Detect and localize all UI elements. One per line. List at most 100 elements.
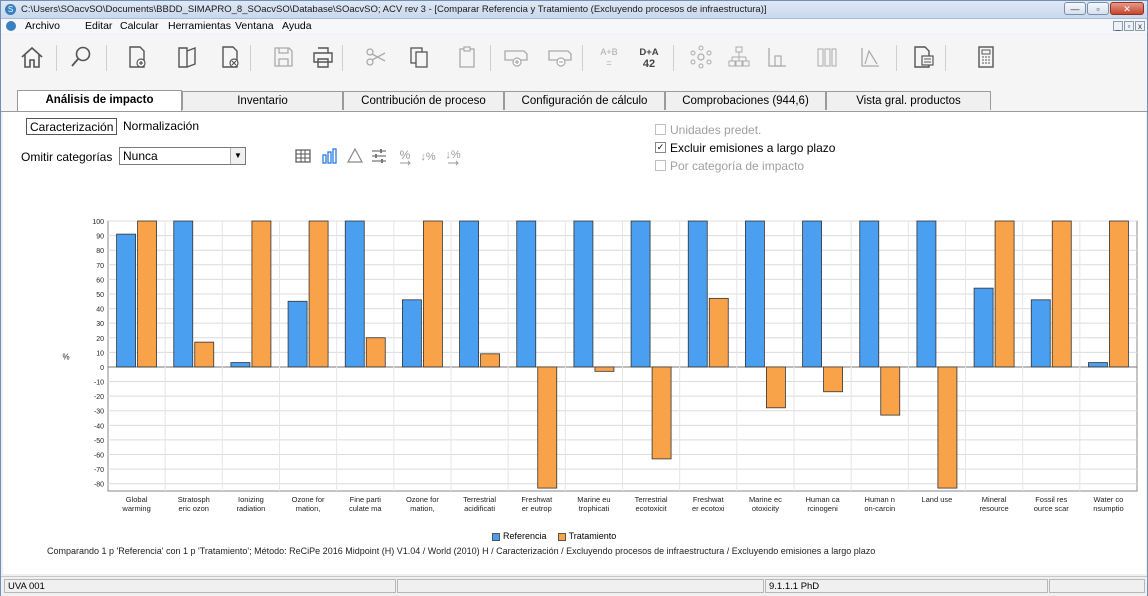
add-process-icon[interactable] bbox=[502, 43, 530, 71]
x-tick-label: on-carcin bbox=[864, 504, 895, 513]
bar-tratamiento bbox=[994, 220, 1015, 368]
delete-document-icon[interactable] bbox=[216, 43, 244, 71]
application-window: S C:\Users\SOacvSO\Documents\BBDD_SIMAPR… bbox=[0, 0, 1148, 596]
percent-icon[interactable]: % bbox=[395, 146, 415, 166]
y-tick-label: 40 bbox=[96, 307, 104, 314]
cut-icon[interactable] bbox=[362, 43, 390, 71]
bars-icon[interactable] bbox=[813, 43, 841, 71]
sliders-icon[interactable] bbox=[369, 146, 389, 166]
close-window-button[interactable]: ✕ bbox=[1110, 2, 1144, 15]
toolbar-separator bbox=[56, 45, 57, 71]
search-icon[interactable] bbox=[68, 43, 96, 71]
calculator-icon[interactable] bbox=[972, 43, 1000, 71]
subtab-caracterizacion[interactable]: Caracterización bbox=[26, 118, 118, 135]
tab-configuracion-calculo[interactable]: Configuración de cálculo bbox=[504, 91, 665, 110]
menu-bar: Archivo Editar Calcular Herramientas Ven… bbox=[1, 19, 1147, 34]
minimize-window-button[interactable]: — bbox=[1064, 2, 1086, 15]
x-tick-label: warming bbox=[121, 504, 150, 513]
maximize-window-button[interactable]: ▫ bbox=[1087, 2, 1109, 15]
tree-icon[interactable] bbox=[725, 43, 753, 71]
document-system-icon[interactable] bbox=[6, 21, 16, 31]
per-impact-category-option[interactable]: Por categoría de impacto bbox=[655, 159, 804, 173]
a-plus-b-icon[interactable]: A+B = bbox=[595, 43, 623, 71]
bar-referencia bbox=[1030, 299, 1051, 368]
per-impact-category-checkbox[interactable] bbox=[655, 160, 666, 172]
paste-icon[interactable] bbox=[453, 43, 481, 71]
x-tick-label: otoxicity bbox=[752, 504, 779, 513]
remove-process-icon[interactable] bbox=[546, 43, 574, 71]
bar-referencia bbox=[344, 220, 365, 368]
home-icon[interactable] bbox=[18, 43, 46, 71]
x-tick-label: Human n bbox=[865, 495, 895, 504]
bar-chart-view-icon[interactable] bbox=[320, 146, 340, 166]
x-tick-label: rcinogeni bbox=[807, 504, 838, 513]
bar-referencia bbox=[402, 299, 422, 368]
mdi-restore-button[interactable]: ▫ bbox=[1124, 21, 1134, 31]
bar-referencia bbox=[573, 220, 594, 368]
print-icon[interactable] bbox=[309, 43, 337, 71]
bar-referencia bbox=[516, 220, 537, 368]
chevron-down-icon[interactable]: ▼ bbox=[230, 148, 245, 164]
tab-comprobaciones[interactable]: Comprobaciones (944,6) bbox=[665, 91, 826, 110]
bar-tratamiento bbox=[423, 220, 443, 368]
menu-editar[interactable]: Editar bbox=[85, 20, 112, 32]
y-tick-label: -20 bbox=[94, 394, 104, 401]
default-units-checkbox[interactable] bbox=[655, 124, 666, 136]
bar-tratamiento bbox=[594, 366, 615, 372]
menu-calcular[interactable]: Calcular bbox=[120, 20, 159, 32]
y-tick-label: -10 bbox=[94, 380, 104, 387]
bar-referencia bbox=[859, 220, 880, 368]
omit-categories-select[interactable]: Nunca ▼ bbox=[119, 147, 246, 165]
mdi-minimize-button[interactable]: _ bbox=[1113, 21, 1123, 31]
menu-ventana[interactable]: Ventana bbox=[235, 20, 274, 32]
default-units-option[interactable]: Unidades predet. bbox=[655, 123, 761, 137]
network-icon[interactable] bbox=[687, 43, 715, 71]
percent-sort-icon[interactable]: ↓% bbox=[418, 146, 438, 166]
bar-referencia bbox=[173, 220, 194, 368]
mdi-close-button[interactable]: x bbox=[1135, 21, 1145, 31]
tab-analisis-impacto[interactable]: Análisis de impacto bbox=[17, 90, 182, 111]
d-plus-a-icon[interactable]: D+A 42 bbox=[635, 43, 663, 71]
subtab-normalizacion[interactable]: Normalización bbox=[120, 118, 202, 135]
svg-text:A+B: A+B bbox=[600, 47, 617, 57]
y-tick-label: 100 bbox=[92, 219, 104, 226]
y-tick-label: 70 bbox=[96, 263, 104, 270]
bar-tratamiento bbox=[708, 297, 729, 368]
svg-text:↓%: ↓% bbox=[445, 149, 461, 161]
line-chart-icon[interactable] bbox=[856, 43, 884, 71]
y-tick-label: 30 bbox=[96, 321, 104, 328]
bar-tratamiento bbox=[1109, 220, 1129, 368]
save-icon[interactable] bbox=[269, 43, 297, 71]
report-icon[interactable] bbox=[909, 43, 937, 71]
table-view-icon[interactable] bbox=[293, 146, 313, 166]
bar-tratamiento bbox=[251, 220, 272, 368]
tab-inventario[interactable]: Inventario bbox=[182, 91, 343, 110]
x-tick-label: resource bbox=[979, 504, 1008, 513]
exclude-long-term-option[interactable]: ✓ Excluir emisiones a largo plazo bbox=[655, 141, 835, 155]
percent-sort-arrow-icon[interactable]: ↓% bbox=[443, 146, 463, 166]
menu-herramientas[interactable]: Herramientas bbox=[168, 20, 231, 32]
omit-categories-value: Nunca bbox=[123, 149, 158, 163]
y-axis-label: % bbox=[62, 353, 69, 362]
bar-chart-canvas: 1009080706050403020100-10-20-30-40-50-60… bbox=[62, 219, 1138, 513]
single-bar-icon[interactable] bbox=[763, 43, 791, 71]
bar-referencia bbox=[745, 220, 765, 368]
triangle-chart-icon[interactable] bbox=[345, 146, 365, 166]
y-tick-label: -80 bbox=[94, 482, 104, 489]
status-middle bbox=[397, 579, 764, 593]
x-tick-label: Terrestrial bbox=[635, 495, 668, 504]
x-tick-label: Fossil res bbox=[1035, 495, 1067, 504]
exclude-long-term-checkbox[interactable]: ✓ bbox=[655, 142, 666, 154]
svg-text:42: 42 bbox=[643, 58, 655, 70]
result-tabs: Análisis de impacto Inventario Contribuc… bbox=[1, 89, 1147, 112]
open-document-icon[interactable] bbox=[173, 43, 201, 71]
menu-ayuda[interactable]: Ayuda bbox=[282, 20, 312, 32]
bar-referencia bbox=[116, 233, 136, 368]
tab-vista-productos[interactable]: Vista gral. productos bbox=[826, 91, 991, 110]
copy-icon[interactable] bbox=[405, 43, 433, 71]
tab-contribucion-proceso[interactable]: Contribución de proceso bbox=[343, 91, 504, 110]
menu-archivo[interactable]: Archivo bbox=[25, 20, 60, 32]
new-document-icon[interactable] bbox=[123, 43, 151, 71]
toolbar-separator bbox=[945, 45, 946, 71]
toolbar-separator bbox=[490, 45, 491, 71]
